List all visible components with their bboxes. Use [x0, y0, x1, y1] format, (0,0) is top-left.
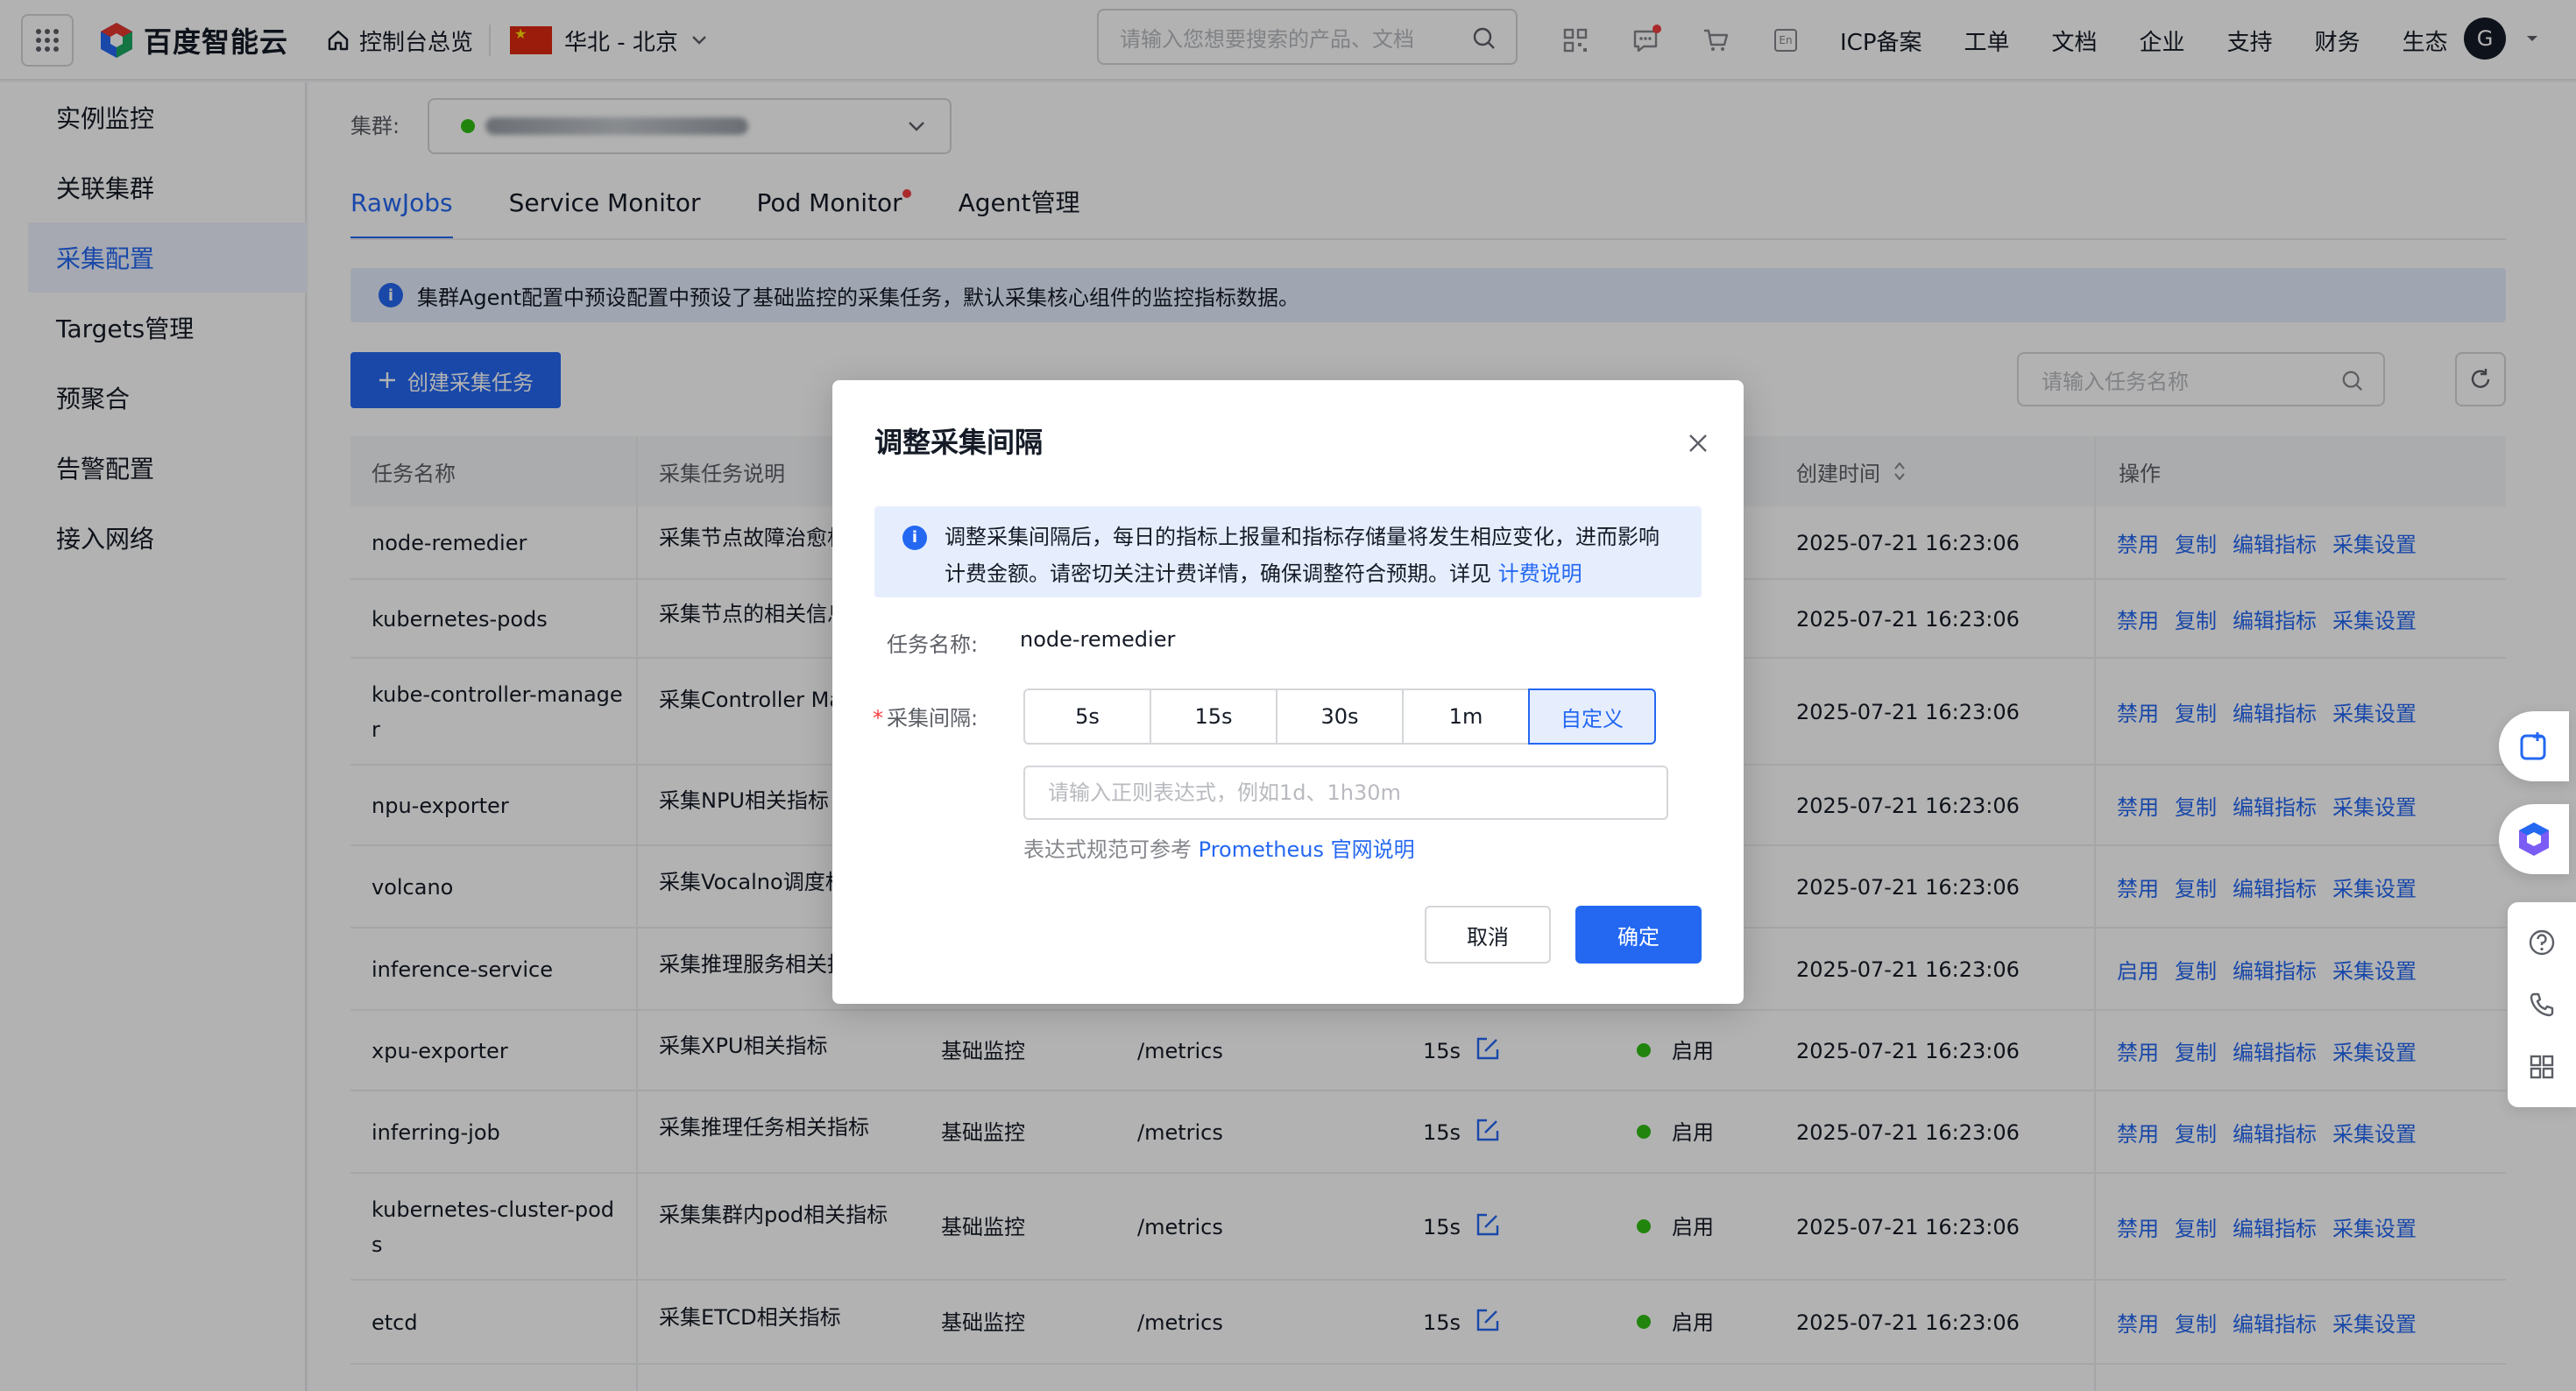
dialog-title: 调整采集间隔	[874, 426, 1044, 459]
billing-notice-line2: 计费金额。请密切关注计费详情，确保调整符合预期。详见 计费说明	[945, 555, 1674, 592]
billing-notice-line1: 调整采集间隔后，每日的指标上报量和指标存储量将发生相应变化，进而影响	[945, 525, 1660, 549]
help-icon[interactable]	[2527, 928, 2557, 957]
billing-doc-link[interactable]: 计费说明	[1498, 561, 1582, 586]
prometheus-doc-link[interactable]: Prometheus 官网说明	[1199, 837, 1415, 862]
adjust-interval-dialog: 调整采集间隔 i 调整采集间隔后，每日的指标上报量和指标存储量将发生相应变化，进…	[832, 380, 1744, 1004]
task-name-value: node-remedier	[1020, 627, 1176, 652]
interval-label: * 采集间隔:	[873, 701, 978, 731]
expression-hint: 表达式规范可参考 Prometheus 官网说明	[1023, 832, 1415, 863]
billing-notice: i 调整采集间隔后，每日的指标上报量和指标存储量将发生相应变化，进而影响 计费金…	[874, 506, 1702, 597]
interval-label-text: 采集间隔:	[887, 706, 979, 731]
interval-option-30s[interactable]: 30s	[1276, 688, 1404, 745]
cancel-button[interactable]: 取消	[1425, 906, 1551, 964]
assistant-icon	[2519, 823, 2549, 856]
float-assistant-button[interactable]	[2499, 804, 2569, 874]
custom-interval-input[interactable]	[1023, 766, 1668, 820]
info-icon: i	[902, 526, 927, 550]
interval-segmented-control: 5s 15s 30s 1m 自定义	[1023, 688, 1656, 745]
required-mark: *	[873, 706, 883, 731]
interval-option-custom[interactable]: 自定义	[1528, 688, 1656, 745]
float-share-button[interactable]	[2499, 711, 2569, 781]
apps-icon[interactable]	[2527, 1052, 2557, 1082]
expression-hint-text: 表达式规范可参考	[1023, 837, 1199, 862]
task-name-label: 任务名称:	[887, 632, 979, 657]
billing-notice-line2-text: 计费金额。请密切关注计费详情，确保调整符合预期。详见	[945, 561, 1498, 586]
interval-option-1m[interactable]: 1m	[1402, 688, 1530, 745]
interval-option-5s[interactable]: 5s	[1023, 688, 1151, 745]
confirm-button[interactable]: 确定	[1575, 906, 1702, 964]
close-icon[interactable]	[1686, 431, 1710, 455]
share-icon	[2520, 732, 2546, 760]
interval-option-15s[interactable]: 15s	[1150, 688, 1277, 745]
phone-icon[interactable]	[2527, 990, 2557, 1020]
float-tool-panel	[2508, 902, 2576, 1107]
